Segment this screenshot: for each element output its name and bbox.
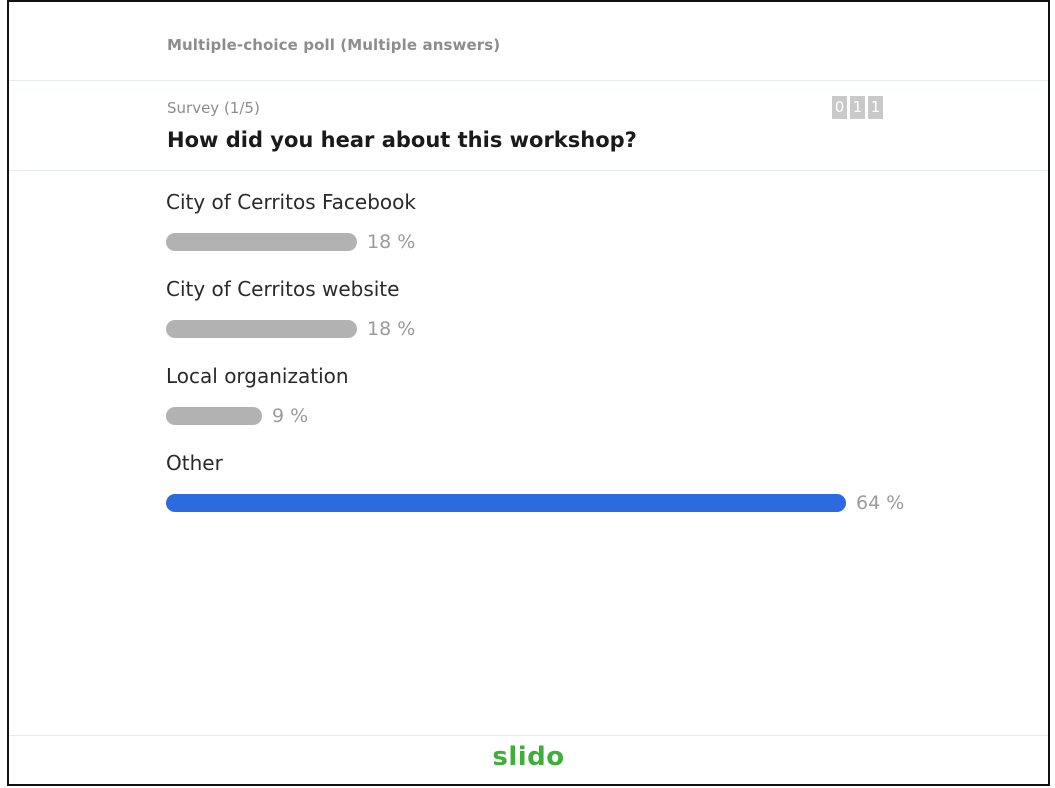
option-label: City of Cerritos website (166, 277, 400, 301)
vote-counter-digit: 1 (850, 96, 865, 119)
result-bar (166, 407, 262, 425)
question-title: How did you hear about this workshop? (167, 128, 637, 152)
vote-counter-digit: 1 (868, 96, 883, 119)
option-label: Other (166, 451, 223, 475)
poll-option: City of Cerritos website 18 % (166, 275, 966, 362)
poll-options: City of Cerritos Facebook 18 % City of C… (166, 188, 966, 536)
result-percent: 9 % (272, 405, 309, 427)
option-result: 18 % (166, 316, 966, 342)
question-header: Survey (1/5) How did you hear about this… (9, 81, 1048, 171)
result-bar (166, 320, 357, 338)
vote-counter-digit: 0 (832, 96, 847, 119)
option-result: 64 % (166, 490, 966, 516)
poll-type-label: Multiple-choice poll (Multiple answers) (167, 36, 501, 54)
result-percent: 64 % (856, 492, 905, 514)
poll-window: Multiple-choice poll (Multiple answers) … (7, 0, 1050, 786)
option-result: 9 % (166, 403, 966, 429)
option-result: 18 % (166, 229, 966, 255)
poll-option: Other 64 % (166, 449, 966, 536)
poll-option: City of Cerritos Facebook 18 % (166, 188, 966, 275)
vote-counter: 0 1 1 (832, 96, 883, 119)
result-percent: 18 % (367, 318, 416, 340)
poll-header: Multiple-choice poll (Multiple answers) (9, 2, 1048, 81)
result-bar (166, 233, 357, 251)
option-label: Local organization (166, 364, 349, 388)
slido-logo: slido (492, 742, 565, 772)
option-label: City of Cerritos Facebook (166, 190, 416, 214)
poll-option: Local organization 9 % (166, 362, 966, 449)
survey-progress-label: Survey (1/5) (167, 99, 260, 117)
result-percent: 18 % (367, 231, 416, 253)
result-bar (166, 494, 846, 512)
poll-footer: slido (9, 735, 1048, 784)
